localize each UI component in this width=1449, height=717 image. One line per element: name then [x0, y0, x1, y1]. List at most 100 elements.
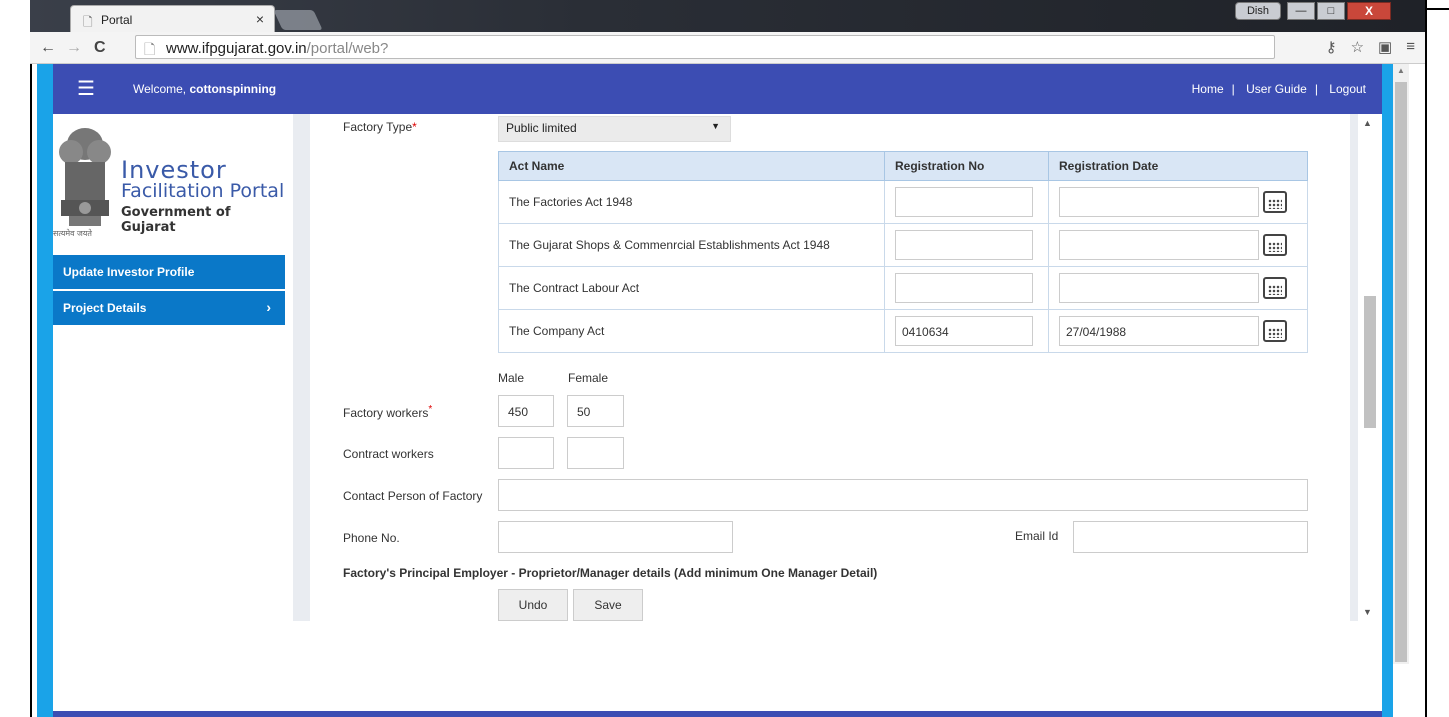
save-button[interactable]: Save — [573, 589, 643, 621]
registration-date-input[interactable] — [1059, 273, 1259, 303]
column-header: Registration Date — [1048, 151, 1308, 181]
acts-table: Act Name Registration No Registration Da… — [498, 151, 1308, 353]
welcome-text: Welcome, cottonspinning — [133, 82, 277, 96]
portal-logo: सत्यमेव जयते Investor Facilitation Porta… — [53, 114, 285, 254]
phone-input[interactable] — [498, 521, 733, 553]
page-scroll-thumb[interactable] — [1395, 82, 1407, 662]
sidebar: सत्यमेव जयते Investor Facilitation Porta… — [53, 114, 285, 714]
browser-tab[interactable]: 🗋 Portal × — [70, 5, 275, 33]
table-row: The Company Act 0410634 27/04/1988 — [498, 309, 1308, 353]
factory-workers-female-input[interactable]: 50 — [567, 395, 624, 427]
home-link[interactable]: Home — [1192, 82, 1224, 96]
extension-icon[interactable]: ▣ — [1378, 38, 1392, 56]
main-content: Factory Type* Public limited ▼ Act Name … — [293, 114, 1378, 621]
table-row: The Contract Labour Act — [498, 266, 1308, 310]
factory-type-label: Factory Type* — [343, 120, 417, 134]
window-edge-top-right — [1425, 8, 1449, 10]
table-row: The Factories Act 1948 — [498, 180, 1308, 224]
factory-workers-male-input[interactable]: 450 — [498, 395, 554, 427]
registration-date-input[interactable] — [1059, 187, 1259, 217]
maximize-button[interactable]: □ — [1317, 2, 1345, 20]
act-name: The Contract Labour Act — [498, 266, 885, 310]
dropdown-arrow-icon: ▼ — [711, 121, 720, 131]
act-name: The Factories Act 1948 — [498, 180, 885, 224]
portal-header: ☰ Welcome, cottonspinning Home | User Gui… — [53, 64, 1382, 114]
minimize-button[interactable]: — — [1287, 2, 1315, 20]
username: cottonspinning — [189, 82, 277, 96]
registration-no-input[interactable] — [895, 230, 1033, 260]
url-text[interactable]: www.ifpgujarat.gov.in/portal/web? — [166, 40, 388, 57]
calendar-icon[interactable] — [1263, 191, 1287, 213]
logo-subtitle: Facilitation Portal — [121, 180, 285, 202]
registration-no-input[interactable]: 0410634 — [895, 316, 1033, 346]
female-label: Female — [568, 371, 609, 385]
hamburger-menu-icon[interactable]: ☰ — [77, 76, 95, 101]
window-controls: Dish — □ X — [1235, 2, 1391, 22]
table-row: The Gujarat Shops & Commenrcial Establis… — [498, 223, 1308, 267]
calendar-icon[interactable] — [1263, 234, 1287, 256]
window-edge-right — [1425, 0, 1427, 717]
undo-button[interactable]: Undo — [498, 589, 568, 621]
window-edge-left — [30, 0, 32, 717]
forward-arrow-icon[interactable]: → — [66, 39, 82, 57]
tab-title: Portal — [101, 13, 133, 27]
page-icon: 🗋 — [83, 15, 93, 29]
column-header: Act Name — [498, 151, 885, 181]
browser-toolbar: ← → C 🗋 www.ifpgujarat.gov.in/portal/web… — [30, 32, 1425, 64]
footer-bar — [53, 711, 1382, 717]
header-links: Home | User Guide | Logout — [1191, 82, 1366, 96]
act-name: The Gujarat Shops & Commenrcial Establis… — [498, 223, 885, 267]
reload-icon[interactable]: C — [94, 39, 106, 57]
email-input[interactable] — [1073, 521, 1308, 553]
logout-link[interactable]: Logout — [1329, 82, 1366, 96]
browser-window: 🗋 Portal × Dish — □ X ← → C 🗋 www.ifpguj… — [0, 0, 1449, 717]
page-left-stripe — [37, 64, 53, 717]
scroll-down-icon[interactable]: ▼ — [1363, 607, 1372, 617]
chevron-right-icon: › — [266, 299, 271, 315]
sidebar-item-update-investor-profile[interactable]: Update Investor Profile — [53, 255, 285, 289]
star-icon[interactable]: ☆ — [1351, 38, 1364, 56]
scroll-up-icon[interactable]: ▲ — [1363, 118, 1372, 128]
registration-date-input[interactable]: 27/04/1988 — [1059, 316, 1259, 346]
column-header: Registration No — [884, 151, 1049, 181]
menu-icon[interactable]: ≡ — [1406, 38, 1415, 56]
scroll-thumb[interactable] — [1364, 296, 1376, 428]
ashoka-emblem-icon — [59, 128, 111, 226]
close-window-button[interactable]: X — [1347, 2, 1391, 20]
registration-no-input[interactable] — [895, 187, 1033, 217]
calendar-icon[interactable] — [1263, 277, 1287, 299]
act-name: The Company Act — [498, 309, 885, 353]
address-bar[interactable]: 🗋 www.ifpgujarat.gov.in/portal/web? — [135, 35, 1275, 59]
factory-workers-label: Factory workers* — [343, 404, 433, 420]
profile-button[interactable]: Dish — [1235, 2, 1281, 20]
registration-no-input[interactable] — [895, 273, 1033, 303]
toolbar-icons: ⚷ ☆ ▣ ≡ — [1326, 38, 1415, 56]
contract-workers-male-input[interactable] — [498, 437, 554, 469]
motto: सत्यमेव जयते — [53, 229, 92, 238]
phone-label: Phone No. — [343, 531, 400, 545]
back-arrow-icon[interactable]: ← — [40, 39, 56, 57]
page-right-stripe — [1382, 64, 1393, 717]
browser-titlebar: 🗋 Portal × Dish — □ X — [30, 0, 1425, 33]
calendar-icon[interactable] — [1263, 320, 1287, 342]
sidebar-item-project-details[interactable]: Project Details › — [53, 291, 285, 325]
user-guide-link[interactable]: User Guide — [1246, 82, 1307, 96]
page-icon: 🗋 — [144, 41, 156, 57]
logo-government: Government of Gujarat — [121, 205, 231, 235]
registration-date-input[interactable] — [1059, 230, 1259, 260]
contract-workers-label: Contract workers — [343, 447, 434, 461]
content-scrollbar[interactable]: ▲ ▼ — [1358, 114, 1378, 621]
page-scrollbar[interactable]: ▲ — [1393, 64, 1409, 664]
desktop-margin — [0, 0, 30, 717]
tab-close-icon[interactable]: × — [256, 11, 264, 27]
male-label: Male — [498, 371, 525, 385]
contact-person-input[interactable] — [498, 479, 1308, 511]
factory-form: Factory Type* Public limited ▼ Act Name … — [310, 114, 1350, 621]
factory-type-select[interactable]: Public limited ▼ — [498, 116, 731, 142]
scroll-up-icon[interactable]: ▲ — [1397, 66, 1405, 75]
principal-employer-heading: Factory's Principal Employer - Proprieto… — [343, 566, 878, 580]
key-icon[interactable]: ⚷ — [1326, 38, 1337, 56]
email-label: Email Id — [1015, 529, 1059, 543]
contract-workers-female-input[interactable] — [567, 437, 624, 469]
contact-person-label: Contact Person of Factory — [343, 489, 483, 503]
